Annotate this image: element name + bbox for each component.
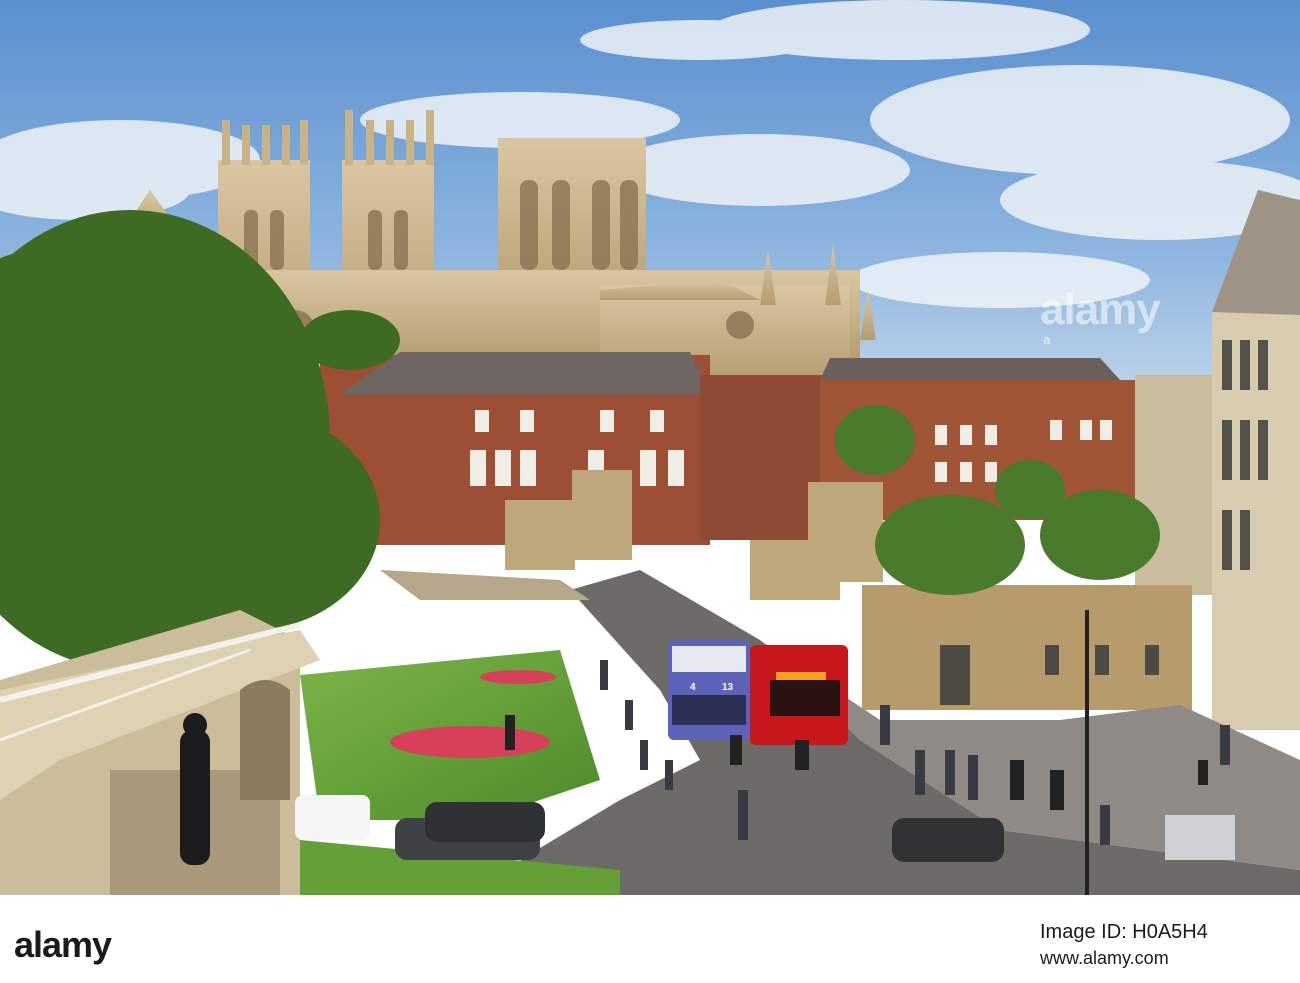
city-wall (0, 610, 320, 895)
footer-logo: alamy (14, 924, 112, 965)
image-frame: 4 13 alamy a alamy Image ID: H0A5H4 www.… (0, 0, 1300, 983)
york-minster-street-photo: 4 13 (0, 0, 1300, 895)
footer-url: www.alamy.com (1040, 948, 1169, 968)
blue-bus: 4 13 (668, 640, 750, 740)
bus-route-label: 4 (690, 682, 696, 693)
watermark-logo: alamy (1040, 285, 1161, 334)
bus-route-label-2: 13 (722, 682, 734, 693)
watermark-small: a (1043, 332, 1051, 347)
red-bus (750, 645, 848, 745)
footer-image-id: Image ID: H0A5H4 (1040, 921, 1208, 943)
